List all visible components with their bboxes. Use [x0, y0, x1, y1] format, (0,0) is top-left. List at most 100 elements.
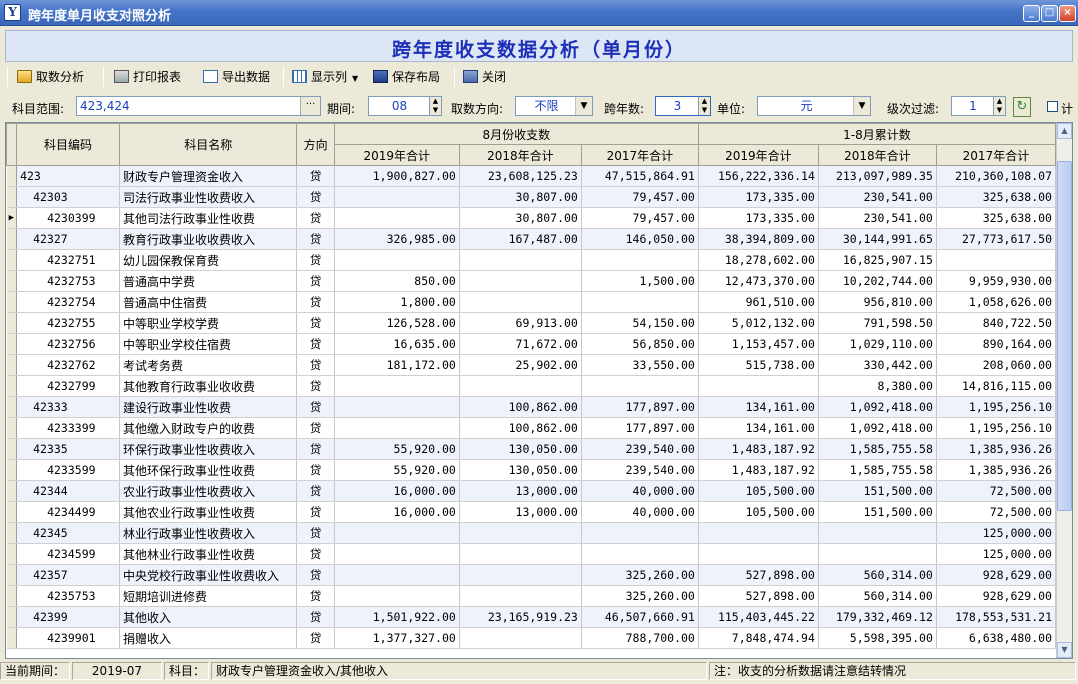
row-indicator[interactable] [6, 354, 18, 376]
cell-c18[interactable]: 230,541.00 [818, 207, 937, 229]
cell-direction[interactable]: 贷 [296, 564, 335, 586]
cell-c19[interactable] [698, 543, 819, 565]
subject-picker-button[interactable]: ··· [300, 97, 320, 115]
cell-m17[interactable]: 325,260.00 [581, 564, 699, 586]
cell-c17[interactable]: 14,816,115.00 [936, 375, 1057, 397]
cell-m18[interactable]: 23,608,125.23 [459, 165, 582, 187]
cell-m18[interactable]: 13,000.00 [459, 480, 582, 502]
cell-c19[interactable]: 105,500.00 [698, 480, 819, 502]
close-window-button[interactable]: × [1059, 5, 1076, 22]
table-row[interactable]: 4234499 其他农业行政事业性收费贷 16,000.00 13,000.00 40,… [6, 501, 1057, 523]
cell-name[interactable]: 司法行政事业性收费收入 [119, 186, 298, 208]
table-row[interactable]: 4232751 幼儿园保教保育费贷 18,278,602.00 16,825,907.… [6, 249, 1057, 271]
cell-name[interactable]: 林业行政事业性收费收入 [119, 522, 298, 544]
cell-direction[interactable]: 贷 [296, 480, 335, 502]
cell-c18[interactable]: 1,585,755.58 [818, 438, 937, 460]
cell-c17[interactable]: 928,629.00 [936, 564, 1057, 586]
cell-code[interactable]: 4232751 [16, 249, 120, 271]
table-row[interactable]: 42335 环保行政事业性收费收入贷 55,920.00 130,050.00 239,… [6, 438, 1057, 460]
table-row[interactable]: 4233399 其他缴入财政专户的收费贷 100,862.00 177,897.00 1… [6, 417, 1057, 439]
cell-m18[interactable]: 69,913.00 [459, 312, 582, 334]
cell-c17[interactable]: 125,000.00 [936, 543, 1057, 565]
table-row[interactable]: 42344 农业行政事业性收费收入贷 16,000.00 13,000.00 40,00… [6, 480, 1057, 502]
cell-c18[interactable]: 330,442.00 [818, 354, 937, 376]
cell-name[interactable]: 财政专户管理资金收入 [119, 165, 298, 187]
cell-m18[interactable] [459, 291, 582, 313]
cell-c19[interactable]: 156,222,336.14 [698, 165, 819, 187]
cell-m17[interactable]: 177,897.00 [581, 396, 699, 418]
cell-m17[interactable] [581, 375, 699, 397]
cell-m18[interactable]: 23,165,919.23 [459, 606, 582, 628]
cell-m17[interactable] [581, 249, 699, 271]
cell-c18[interactable]: 1,029,110.00 [818, 333, 937, 355]
row-indicator[interactable] [6, 396, 18, 418]
cell-c17[interactable]: 178,553,531.21 [936, 606, 1057, 628]
table-row[interactable]: 4233599 其他环保行政事业性收费贷 55,920.00 130,050.00 23… [6, 459, 1057, 481]
col-header-month-2019[interactable]: 2019年合计 [333, 144, 460, 166]
cell-direction[interactable]: 贷 [296, 501, 335, 523]
cell-c19[interactable]: 5,012,132.00 [698, 312, 819, 334]
cell-m19[interactable] [334, 522, 460, 544]
cell-c18[interactable]: 956,810.00 [818, 291, 937, 313]
cell-c18[interactable]: 5,598,395.00 [818, 627, 937, 649]
cell-code[interactable]: 4232753 [16, 270, 120, 292]
cell-name[interactable]: 教育行政事业收收费收入 [119, 228, 298, 250]
cell-c18[interactable]: 1,092,418.00 [818, 396, 937, 418]
cross-years-spin-buttons[interactable]: ▲ ▼ [698, 97, 710, 115]
cell-m17[interactable]: 56,850.00 [581, 333, 699, 355]
cell-m17[interactable]: 46,507,660.91 [581, 606, 699, 628]
cell-m19[interactable] [334, 585, 460, 607]
cell-m17[interactable]: 146,050.00 [581, 228, 699, 250]
period-spinner[interactable]: 08 ▲ ▼ [368, 96, 442, 116]
cell-direction[interactable]: 贷 [296, 312, 335, 334]
cell-name[interactable]: 捐赠收入 [119, 627, 298, 649]
cell-m18[interactable]: 130,050.00 [459, 438, 582, 460]
cell-code[interactable]: 423 [16, 165, 120, 187]
cell-c17[interactable]: 1,195,256.10 [936, 396, 1057, 418]
cell-m19[interactable] [334, 543, 460, 565]
table-row[interactable]: 4234599 其他林业行政事业性收费贷 125,000.00 [6, 543, 1057, 565]
cell-m19[interactable]: 16,635.00 [334, 333, 460, 355]
cell-c19[interactable] [698, 375, 819, 397]
cell-direction[interactable]: 贷 [296, 522, 335, 544]
cell-code[interactable]: 4233599 [16, 459, 120, 481]
cell-m17[interactable]: 239,540.00 [581, 438, 699, 460]
table-row[interactable]: 42399 其他收入贷 1,501,922.00 23,165,919.23 46,50… [6, 606, 1057, 628]
cell-c17[interactable]: 1,385,936.26 [936, 459, 1057, 481]
cell-direction[interactable]: 贷 [296, 207, 335, 229]
cell-direction[interactable]: 贷 [296, 417, 335, 439]
cell-direction[interactable]: 贷 [296, 606, 335, 628]
cell-m18[interactable] [459, 564, 582, 586]
table-row[interactable]: 42357 中央党校行政事业性收费收入贷 325,260.00 527,898.00 5… [6, 564, 1057, 586]
cell-code[interactable]: 4232799 [16, 375, 120, 397]
cell-c19[interactable]: 1,483,187.92 [698, 438, 819, 460]
cell-direction[interactable]: 贷 [296, 291, 335, 313]
chevron-down-icon[interactable]: ▼ [853, 97, 870, 115]
cell-c19[interactable]: 134,161.00 [698, 417, 819, 439]
show-columns-button[interactable]: 显示列 ▼ [292, 66, 358, 88]
cell-c18[interactable]: 151,500.00 [818, 501, 937, 523]
cell-c17[interactable]: 72,500.00 [936, 480, 1057, 502]
row-indicator[interactable] [6, 249, 18, 271]
cell-c19[interactable]: 173,335.00 [698, 186, 819, 208]
cell-name[interactable]: 普通高中住宿费 [119, 291, 298, 313]
row-indicator[interactable] [6, 291, 18, 313]
cell-c17[interactable]: 208,060.00 [936, 354, 1057, 376]
cell-m19[interactable]: 1,800.00 [334, 291, 460, 313]
cell-code[interactable]: 42335 [16, 438, 120, 460]
cell-direction[interactable]: 贷 [296, 333, 335, 355]
table-row[interactable]: ▶ 4230399 其他司法行政事业性收费贷 30,807.00 79,457.00 17… [6, 207, 1057, 229]
cell-code[interactable]: 4233399 [16, 417, 120, 439]
cell-name[interactable]: 中央党校行政事业性收费收入 [119, 564, 298, 586]
cell-m19[interactable]: 16,000.00 [334, 480, 460, 502]
cell-m19[interactable]: 55,920.00 [334, 438, 460, 460]
cell-m19[interactable] [334, 207, 460, 229]
cell-c17[interactable]: 125,000.00 [936, 522, 1057, 544]
cell-c17[interactable]: 6,638,480.00 [936, 627, 1057, 649]
cell-c18[interactable] [818, 522, 937, 544]
row-indicator[interactable] [6, 522, 18, 544]
cell-code[interactable]: 4232756 [16, 333, 120, 355]
cell-code[interactable]: 42345 [16, 522, 120, 544]
cell-c17[interactable]: 72,500.00 [936, 501, 1057, 523]
row-indicator[interactable] [6, 459, 18, 481]
